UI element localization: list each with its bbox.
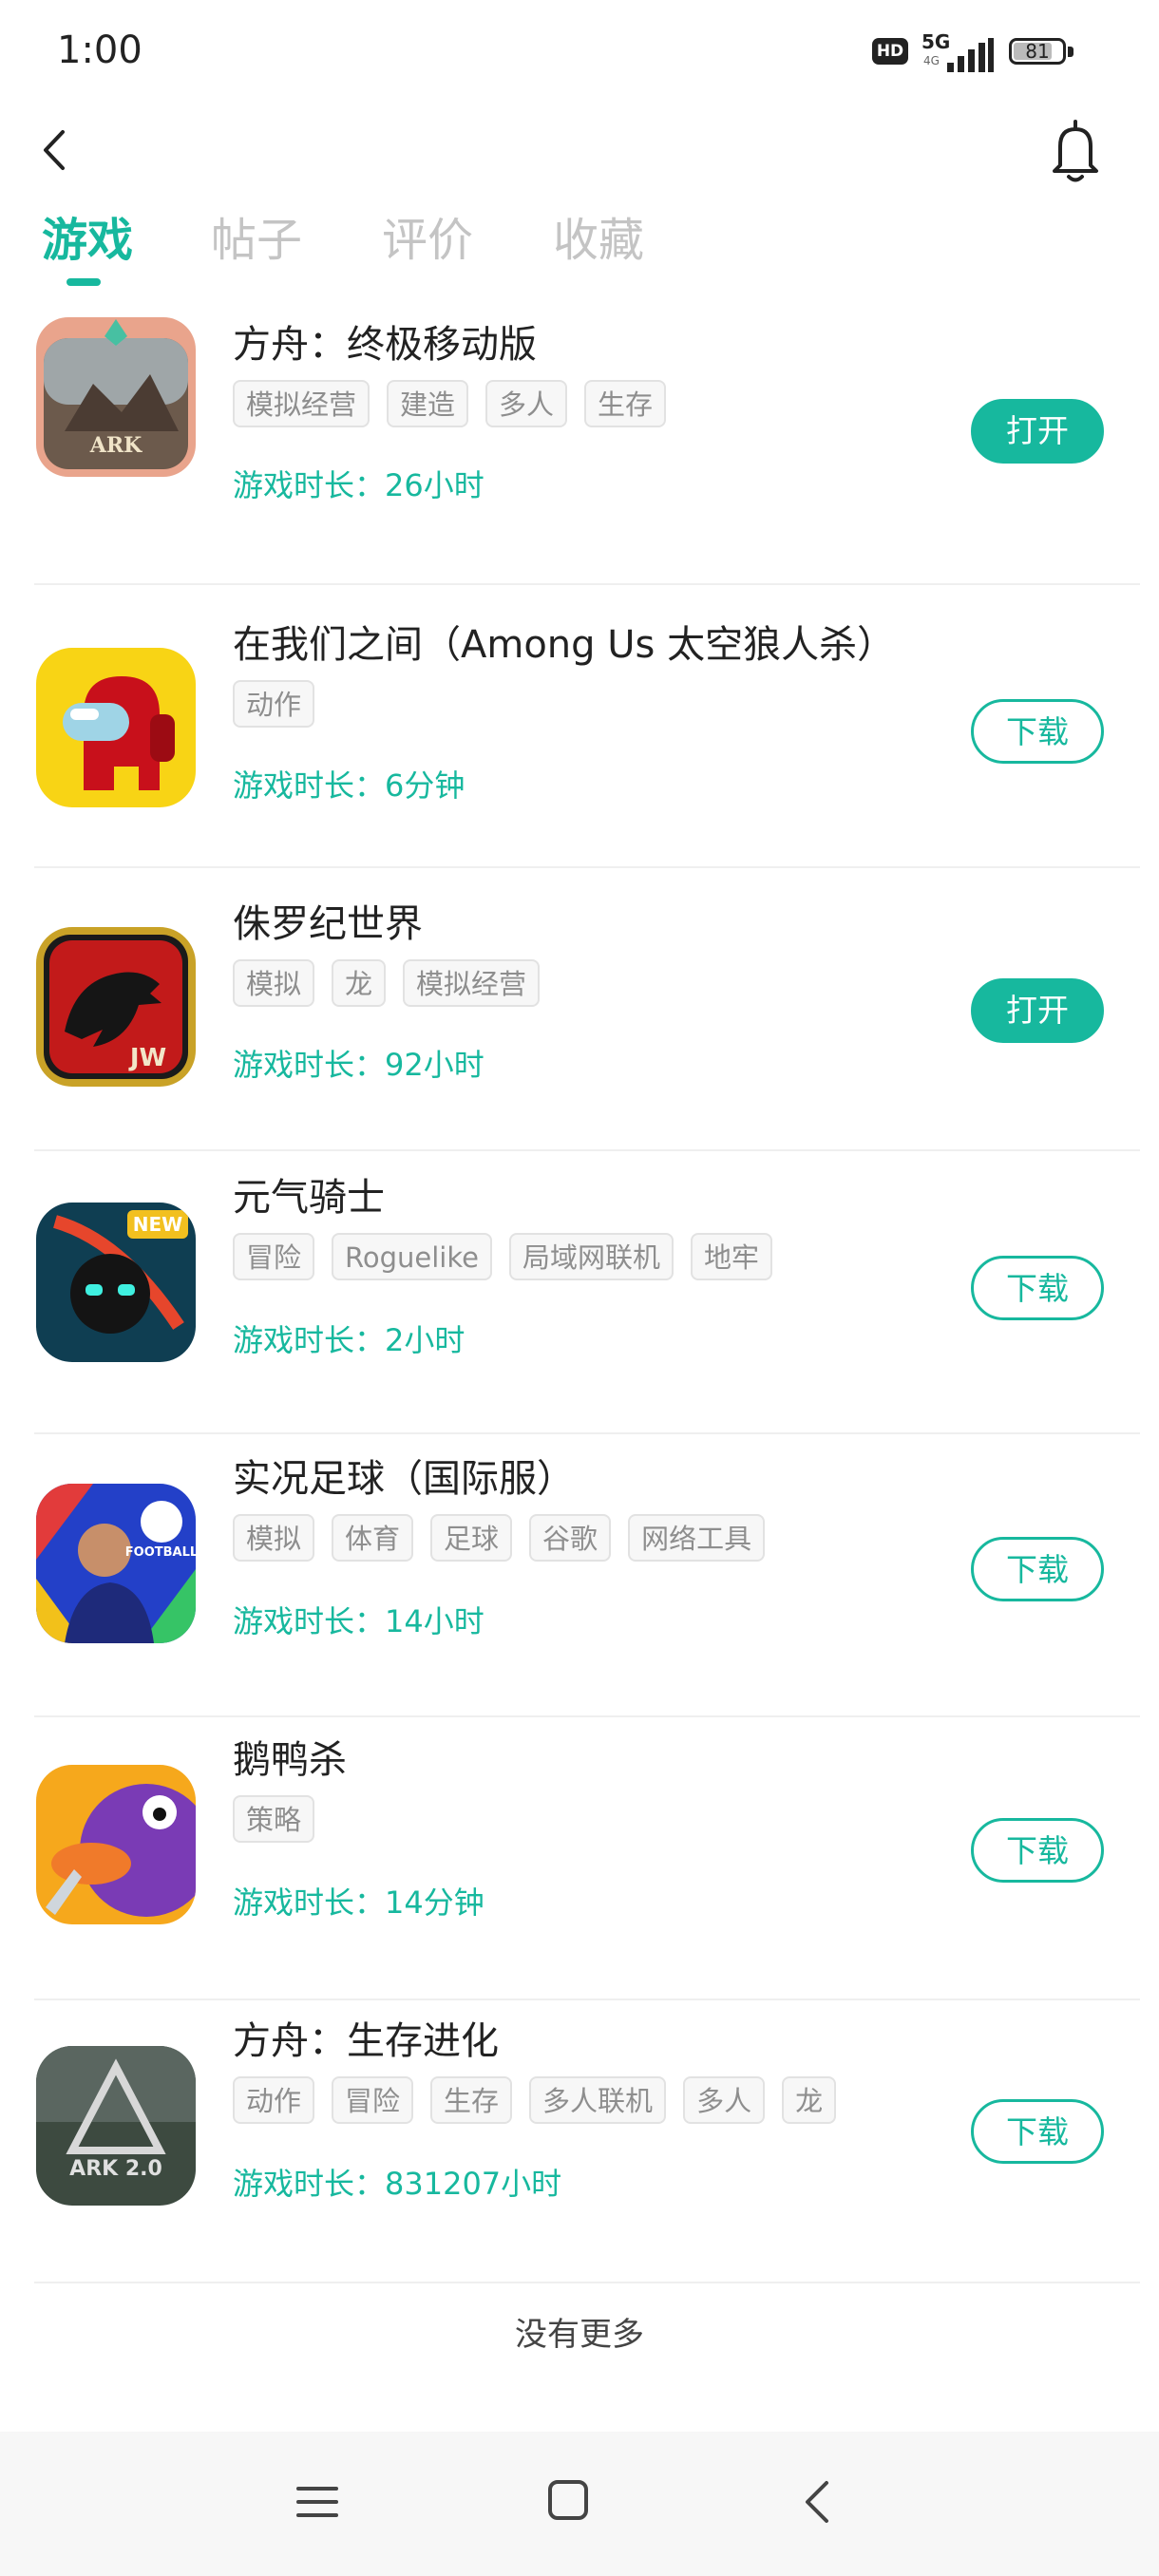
playtime-label: 游戏时长：92小时 xyxy=(233,1047,484,1083)
tag: 地牢 xyxy=(690,1233,772,1280)
hd-icon: HD xyxy=(872,38,908,65)
game-title: 方舟：终极移动版 xyxy=(233,323,537,367)
soul-knight-app-icon: NEW xyxy=(36,1203,196,1362)
jw-badge-text: JW xyxy=(128,1044,166,1072)
network-sub-label: 4G xyxy=(923,54,940,67)
ark-badge-text: ARK xyxy=(89,433,142,458)
tag: 模拟经营 xyxy=(403,959,541,1007)
open-button[interactable]: 打开 xyxy=(971,399,1104,464)
tab-indicator xyxy=(66,278,101,286)
tag: Roguelike xyxy=(332,1233,492,1280)
tag: 冒险 xyxy=(332,2076,414,2124)
divider xyxy=(34,2282,1140,2283)
tab-posts[interactable]: 帖子 xyxy=(211,202,302,269)
divider xyxy=(34,1715,1140,1717)
tag: 模拟 xyxy=(233,959,315,1007)
divider xyxy=(34,1432,1140,1434)
playtime-label: 游戏时长：2小时 xyxy=(233,1322,466,1358)
tag-list: 模拟经营 建造 多人 生存 xyxy=(233,380,667,431)
list-item[interactable]: 在我们之间（Among Us 太空狼人杀） 动作 游戏时长：6分钟 下载 xyxy=(0,587,1159,868)
jurassic-world-app-icon: JW xyxy=(36,927,196,1087)
tag-list: 模拟 体育 足球 谷歌 网络工具 xyxy=(233,1514,766,1565)
tag-list: 策略 xyxy=(233,1795,315,1847)
playtime-label: 游戏时长：14小时 xyxy=(233,1603,484,1639)
ark-ultimate-app-icon: ARK xyxy=(36,317,196,477)
tag: 多人 xyxy=(683,2076,766,2124)
tag: 策略 xyxy=(233,1795,315,1843)
playtime-label: 游戏时长：26小时 xyxy=(233,467,484,503)
divider xyxy=(34,583,1140,585)
no-more-label: 没有更多 xyxy=(515,2316,644,2354)
download-button[interactable]: 下载 xyxy=(971,1256,1104,1320)
system-nav-bar xyxy=(0,2432,1159,2576)
among-us-app-icon xyxy=(36,648,196,807)
tag: 足球 xyxy=(430,1514,513,1562)
game-title: 方舟：生存进化 xyxy=(233,2019,499,2063)
tag: 龙 xyxy=(332,959,387,1007)
divider xyxy=(34,866,1140,868)
tag: 模拟经营 xyxy=(233,380,370,427)
game-title: 鹅鸭杀 xyxy=(233,1738,347,1782)
ark2-badge-text: ARK 2.0 xyxy=(69,2157,162,2181)
chevron-left-icon[interactable] xyxy=(34,119,76,181)
download-button[interactable]: 下载 xyxy=(971,1537,1104,1601)
download-button[interactable]: 下载 xyxy=(971,1818,1104,1883)
tag-list: 动作 冒险 生存 多人联机 多人 龙 xyxy=(233,2076,837,2128)
divider xyxy=(34,1149,1140,1151)
ark-survival-evolved-app-icon: ARK 2.0 xyxy=(36,2046,196,2206)
efootball-app-icon: FOOTBALL xyxy=(36,1484,196,1643)
header xyxy=(0,104,1159,199)
tag: 建造 xyxy=(387,380,469,427)
tab-favorites[interactable]: 收藏 xyxy=(553,202,644,269)
playtime-label: 游戏时长：831207小时 xyxy=(233,2166,562,2202)
bell-icon[interactable] xyxy=(1041,112,1110,188)
new-badge-text: NEW xyxy=(133,1213,182,1236)
playtime-label: 游戏时长：6分钟 xyxy=(233,767,466,804)
game-title: 在我们之间（Among Us 太空狼人杀） xyxy=(233,623,896,667)
signal-icon xyxy=(947,38,994,72)
playtime-label: 游戏时长：14分钟 xyxy=(233,1885,484,1921)
download-button[interactable]: 下载 xyxy=(971,2099,1104,2164)
tag: 生存 xyxy=(430,2076,513,2124)
battery-level: 81 xyxy=(1025,40,1050,63)
list-item[interactable]: FOOTBALL 实况足球（国际服） 模拟 体育 足球 谷歌 网络工具 游戏时长… xyxy=(0,1436,1159,1717)
tag: 多人 xyxy=(485,380,568,427)
tag: 多人联机 xyxy=(529,2076,667,2124)
tag: 局域网联机 xyxy=(508,1233,674,1280)
goose-goose-duck-app-icon xyxy=(36,1765,196,1924)
status-time: 1:00 xyxy=(57,28,142,72)
tag-list: 冒险 Roguelike 局域网联机 地牢 xyxy=(233,1233,772,1284)
tag: 模拟 xyxy=(233,1514,315,1562)
tag-list: 模拟 龙 模拟经营 xyxy=(233,959,541,1011)
open-button[interactable]: 打开 xyxy=(971,978,1104,1043)
tab-reviews[interactable]: 评价 xyxy=(382,202,473,269)
tag: 网络工具 xyxy=(628,1514,766,1562)
tag: 冒险 xyxy=(233,1233,315,1280)
list-item[interactable]: ARK 方舟：终极移动版 模拟经营 建造 多人 生存 游戏时长：26小时 打开 xyxy=(0,304,1159,585)
tag: 龙 xyxy=(782,2076,837,2124)
game-title: 元气骑士 xyxy=(233,1176,385,1220)
list-item[interactable]: ARK 2.0 方舟：生存进化 动作 冒险 生存 多人联机 多人 龙 游戏时长：… xyxy=(0,2002,1159,2283)
tag: 生存 xyxy=(584,380,667,427)
football-badge-text: FOOTBALL xyxy=(125,1545,196,1560)
list-item[interactable]: JW 侏罗纪世界 模拟 龙 模拟经营 游戏时长：92小时 打开 xyxy=(0,870,1159,1151)
divider xyxy=(34,1998,1140,2000)
battery-icon: 81 xyxy=(1009,38,1075,68)
tag-list: 动作 xyxy=(233,680,315,731)
list-item[interactable]: 鹅鸭杀 策略 游戏时长：14分钟 下载 xyxy=(0,1719,1159,2000)
tab-games[interactable]: 游戏 xyxy=(42,202,133,269)
back-icon[interactable] xyxy=(798,2477,836,2527)
tag: 体育 xyxy=(332,1514,414,1562)
tab-bar: 游戏 帖子 评价 收藏 xyxy=(0,195,1159,290)
home-icon[interactable] xyxy=(545,2477,591,2523)
download-button[interactable]: 下载 xyxy=(971,699,1104,764)
tag: 动作 xyxy=(233,2076,315,2124)
menu-icon[interactable] xyxy=(294,2479,340,2525)
tag: 动作 xyxy=(233,680,315,728)
game-title: 实况足球（国际服） xyxy=(233,1457,575,1501)
game-title: 侏罗纪世界 xyxy=(233,902,423,946)
list-item[interactable]: NEW 元气骑士 冒险 Roguelike 局域网联机 地牢 游戏时长：2小时 … xyxy=(0,1153,1159,1434)
status-bar: 1:00 HD 5G 4G 81 xyxy=(0,0,1159,104)
tag: 谷歌 xyxy=(529,1514,612,1562)
